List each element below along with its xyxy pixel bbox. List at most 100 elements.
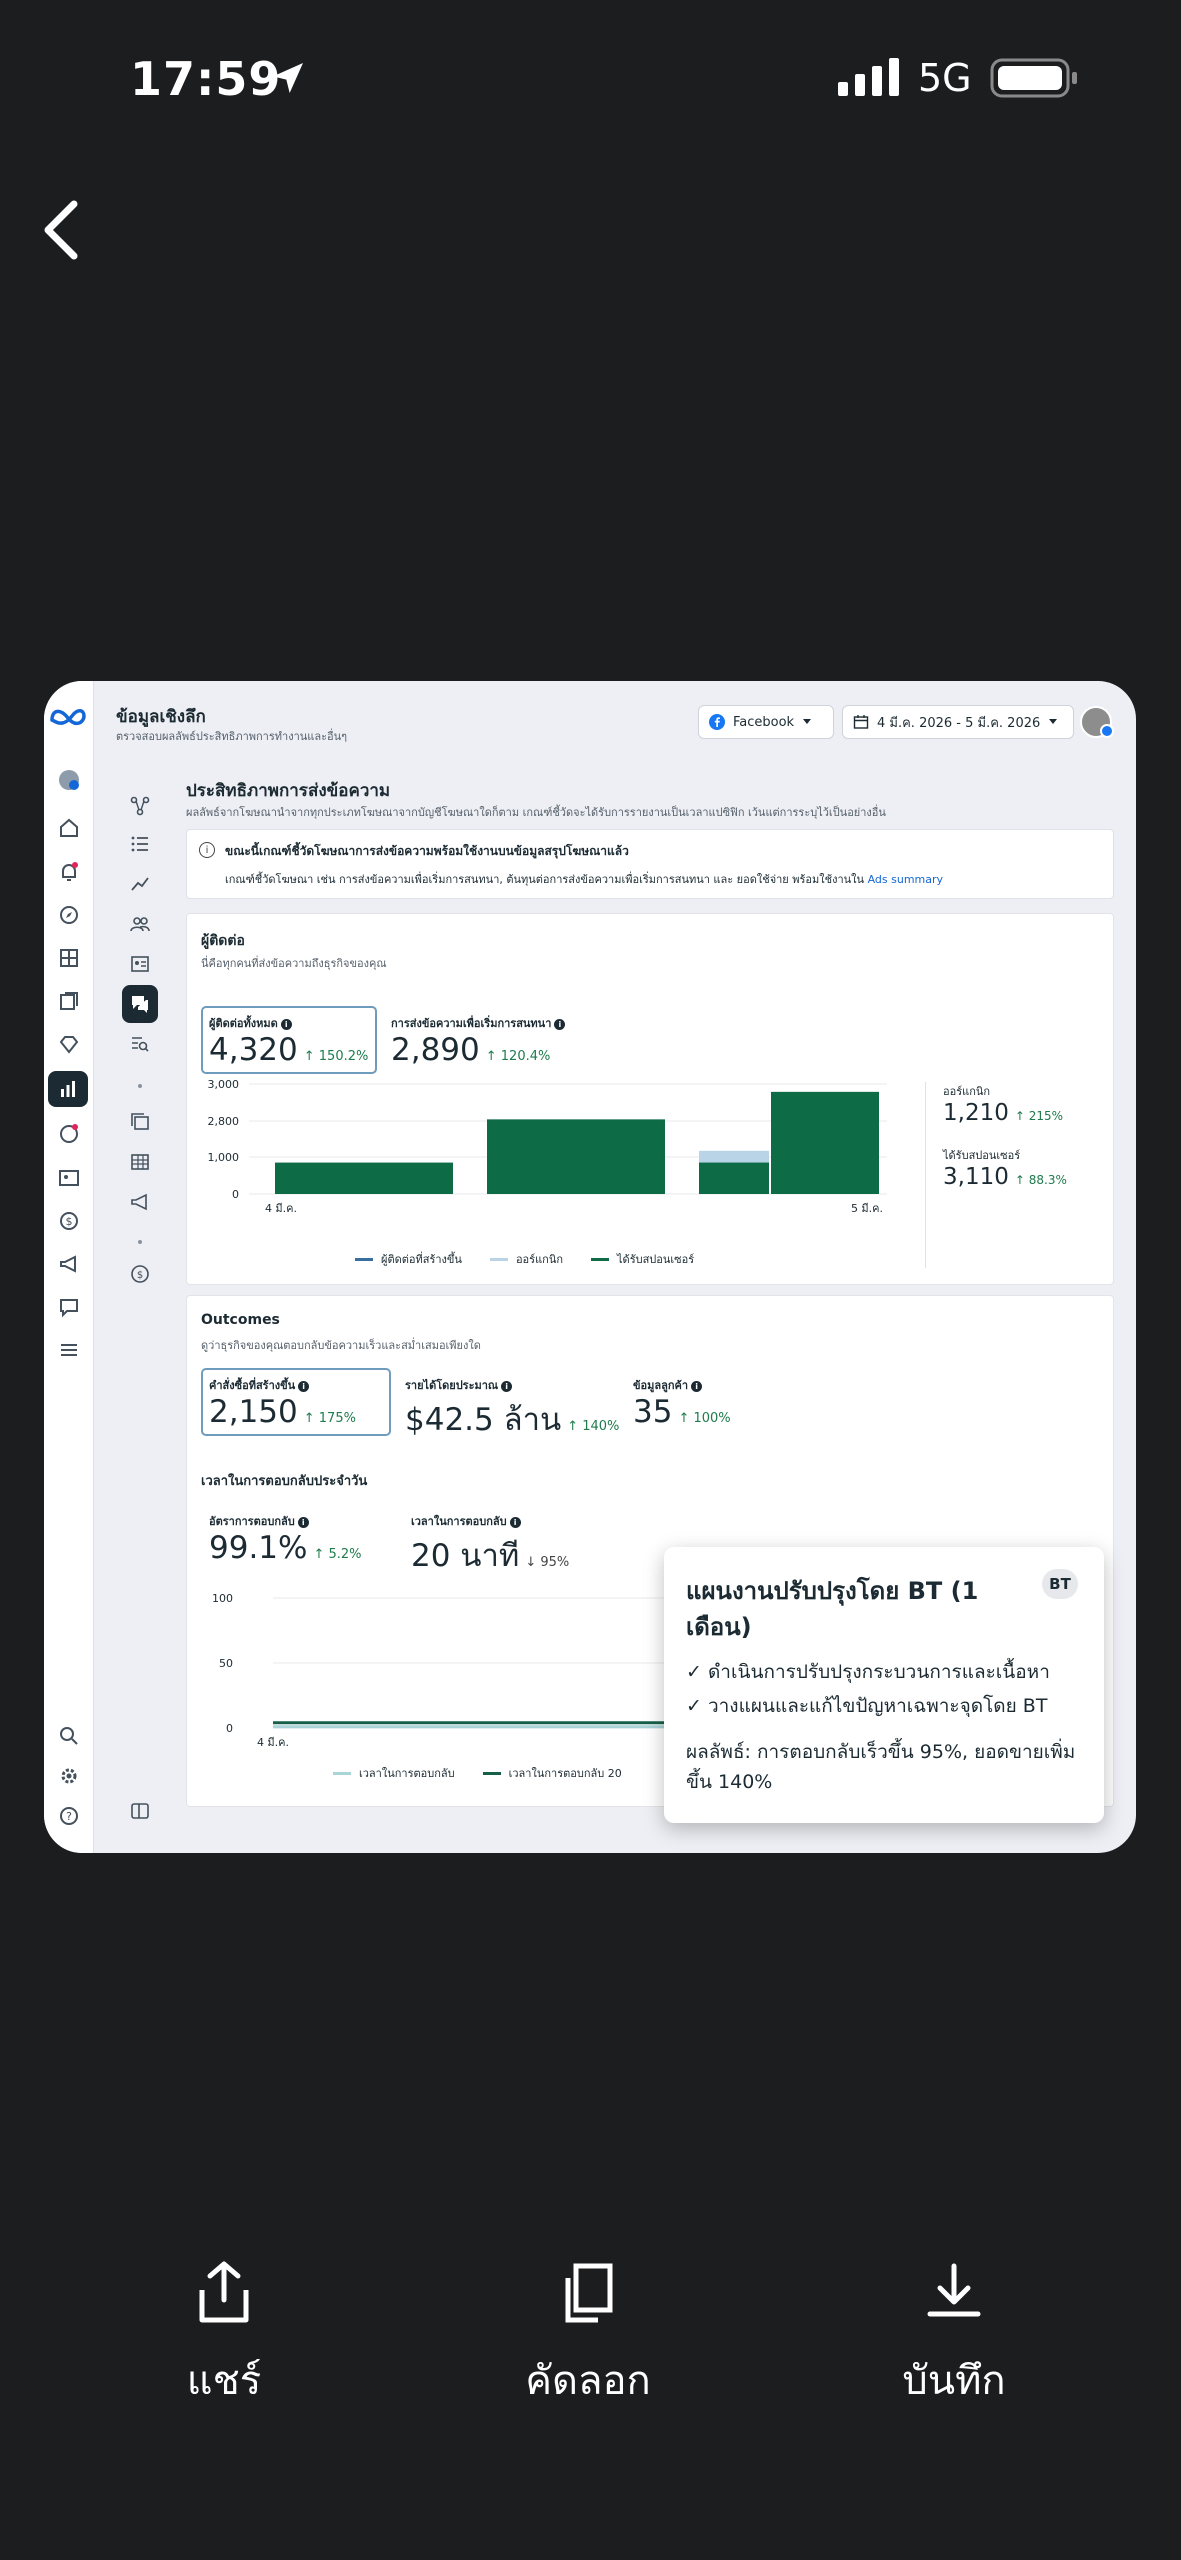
metric-total-contacts[interactable]: ผู้ติดต่อทั้งหมด i 4,320 ↑ 150.2% <box>201 1006 377 1074</box>
network-type: 5G <box>918 56 972 100</box>
table-icon[interactable] <box>122 1147 158 1177</box>
legend-item: ได้รับสปอนเซอร์ <box>591 1250 694 1268</box>
metric-sponsored: ได้รับสปอนเซอร์ 3,110 ↑ 88.3% <box>943 1149 1067 1190</box>
platform-dropdown[interactable]: Facebook <box>698 705 834 739</box>
search-icon[interactable] <box>56 1723 82 1749</box>
info-icon: i <box>298 1380 310 1392</box>
copy-icon <box>565 2263 613 2323</box>
settings-gear-icon[interactable] <box>56 1763 82 1789</box>
copy-button[interactable]: คัดลอก <box>488 2260 688 2412</box>
outcomes-title: Outcomes <box>201 1312 280 1328</box>
vertical-divider <box>925 1082 926 1268</box>
grid-icon[interactable] <box>56 945 82 971</box>
share-icon <box>199 2261 249 2323</box>
metric-organic: ออร์แกนิก 1,210 ↑ 215% <box>943 1085 1064 1126</box>
meta-logo-icon <box>50 709 86 726</box>
metric-response-time[interactable]: เวลาในการตอบกลับ i 20 นาที ↓ 95% <box>411 1512 569 1580</box>
date-range-picker[interactable]: 4 มี.ค. 2026 - 5 มี.ค. 2026 <box>842 705 1074 739</box>
contacts-title: ผู้ติดต่อ <box>201 933 245 949</box>
metric-conversations-started[interactable]: การส่งข้อความเพื่อเริ่มการสนทนา i 2,890 ↑ … <box>391 1014 566 1068</box>
platform-label: Facebook <box>733 714 795 730</box>
back-chevron-icon[interactable] <box>30 190 100 270</box>
chat-icon[interactable] <box>56 1121 82 1147</box>
popup-item: ✓ ดำเนินการปรับปรุงกระบวนการและเนื้อหา <box>686 1661 1050 1683</box>
billing-icon[interactable]: $ <box>122 1259 158 1289</box>
y-tick-label: 50 <box>219 1657 233 1670</box>
popup-item: ✓ วางแผนและแก้ไขปัญหาเฉพาะจุดโดย BT <box>686 1695 1048 1717</box>
bar <box>275 1162 453 1194</box>
svg-text:?: ? <box>66 1810 72 1823</box>
bar <box>771 1091 879 1194</box>
legend-item: เวลาในการตอบกลับ 20 <box>482 1764 622 1782</box>
caret-down-icon <box>803 719 812 724</box>
avatar-badge <box>1100 724 1114 738</box>
account-avatar-icon[interactable] <box>56 767 82 793</box>
battery-icon <box>990 58 1077 98</box>
save-label: บันทึก <box>902 2358 1006 2404</box>
y-tick-label: 0 <box>232 1188 239 1201</box>
metric-customer-info[interactable]: ข้อมูลลูกค้า i 35 ↑ 100% <box>633 1376 731 1430</box>
bar <box>699 1162 769 1194</box>
date-range-label: 4 มี.ค. 2026 - 5 มี.ค. 2026 <box>877 715 1041 731</box>
facebook-icon <box>709 714 725 730</box>
home-icon[interactable] <box>56 815 82 841</box>
notifications-icon[interactable] <box>56 859 82 885</box>
id-card-icon[interactable] <box>122 949 158 979</box>
line-chart-legend: เวลาในการตอบกลับ เวลาในการตอบกลับ 20 <box>333 1764 622 1782</box>
y-tick-label: 3,000 <box>208 1078 240 1091</box>
metric-estimated-revenue[interactable]: รายได้โดยประมาณ i $42.5 ล้าน ↑ 140% <box>405 1376 619 1444</box>
divider-dot <box>122 1227 158 1257</box>
comment-icon[interactable] <box>56 1294 82 1320</box>
metric-orders-created[interactable]: คำสั่งซื้อที่สร้างขึ้น i 2,150 ↑ 175% <box>201 1368 391 1436</box>
collapse-panel-icon[interactable] <box>122 1796 158 1826</box>
ads-megaphone-icon[interactable] <box>122 1187 158 1217</box>
popup-result: ผลลัพธ์: การตอบกลับเร็วขึ้น 95%, ยอดขายเ… <box>686 1741 1076 1793</box>
share-button[interactable]: แชร์ <box>124 2260 324 2412</box>
y-tick-label: 2,800 <box>208 1115 240 1128</box>
section-subtitle: ผลลัพธ์จากโฆษณานำจากทุกประเภทโฆษณาจากบัญ… <box>186 806 886 819</box>
audience-icon[interactable] <box>122 909 158 939</box>
info-icon: i <box>280 1018 292 1030</box>
bar-chart-legend: ผู้ติดต่อที่สร้างขึ้น ออร์แกนิก ได้รับสป… <box>355 1250 694 1268</box>
trend-icon[interactable] <box>122 869 158 899</box>
x-tick-label: 5 มี.ค. <box>851 1202 883 1215</box>
diamond-icon[interactable] <box>56 1031 82 1057</box>
metric-response-rate[interactable]: อัตราการตอบกลับ i 99.1% ↑ 5.2% <box>209 1512 362 1566</box>
section-title: ประสิทธิภาพการส่งข้อความ <box>186 781 391 801</box>
megaphone-icon[interactable] <box>56 1251 82 1277</box>
legend-item: เวลาในการตอบกลับ <box>333 1764 455 1782</box>
pages-icon[interactable] <box>56 988 82 1014</box>
legend-item: ออร์แกนิก <box>489 1250 563 1268</box>
search-list-icon[interactable] <box>122 1029 158 1059</box>
notice-title: ขณะนี้เกณฑ์ชี้วัดโฆษณาการส่งข้อความพร้อม… <box>225 844 629 858</box>
dollar-icon[interactable]: $ <box>56 1208 82 1234</box>
bar <box>487 1119 665 1194</box>
nodes-icon[interactable] <box>122 791 158 821</box>
side-rail: $ ? <box>44 681 94 1853</box>
notice-body: เกณฑ์ชี้วัดโฆษณา เช่น การส่งข้อความเพื่อ… <box>225 873 944 886</box>
bottom-action-bar: แชร์ คัดลอก บันทึก <box>0 2260 1181 2440</box>
save-button[interactable]: บันทึก <box>854 2260 1054 2412</box>
contacts-bar-chart: 3,000 2,800 1,000 0 4 มี.ค. 5 มี.ค. <box>208 1078 887 1215</box>
info-icon: i <box>554 1018 566 1030</box>
library-icon[interactable] <box>122 1107 158 1137</box>
caret-down-icon <box>1049 719 1058 724</box>
page-subtitle: ตรวจสอบผลลัพธ์ประสิทธิภาพการทำงานและอื่น… <box>116 730 348 743</box>
compass-icon[interactable] <box>56 902 82 928</box>
help-icon[interactable]: ? <box>56 1803 82 1829</box>
response-time-title: เวลาในการตอบกลับประจำวัน <box>201 1474 368 1489</box>
preview-image: $ ? $ ข้อมูลเชิงลึก ตรวจสอบผลลัพธ์ประสิท… <box>44 681 1136 1853</box>
y-tick-label: 100 <box>212 1592 233 1605</box>
signal-icon <box>838 58 899 96</box>
ads-summary-link[interactable]: Ads summary <box>868 873 943 886</box>
insights-icon[interactable] <box>48 1071 88 1107</box>
svg-text:$: $ <box>66 1215 73 1228</box>
y-tick-label: 1,000 <box>208 1151 240 1164</box>
menu-icon[interactable] <box>56 1337 82 1363</box>
outcomes-subtitle: ดูว่าธุรกิจของคุณตอบกลับข้อความเร็วและสม… <box>201 1339 481 1352</box>
messaging-icon[interactable] <box>122 985 158 1023</box>
contact-card-icon[interactable] <box>56 1165 82 1191</box>
contacts-card: ผู้ติดต่อ นี่คือทุกคนที่ส่งข้อความถึงธุร… <box>186 913 1114 1285</box>
copy-label: คัดลอก <box>525 2358 651 2404</box>
list-icon[interactable] <box>122 829 158 859</box>
